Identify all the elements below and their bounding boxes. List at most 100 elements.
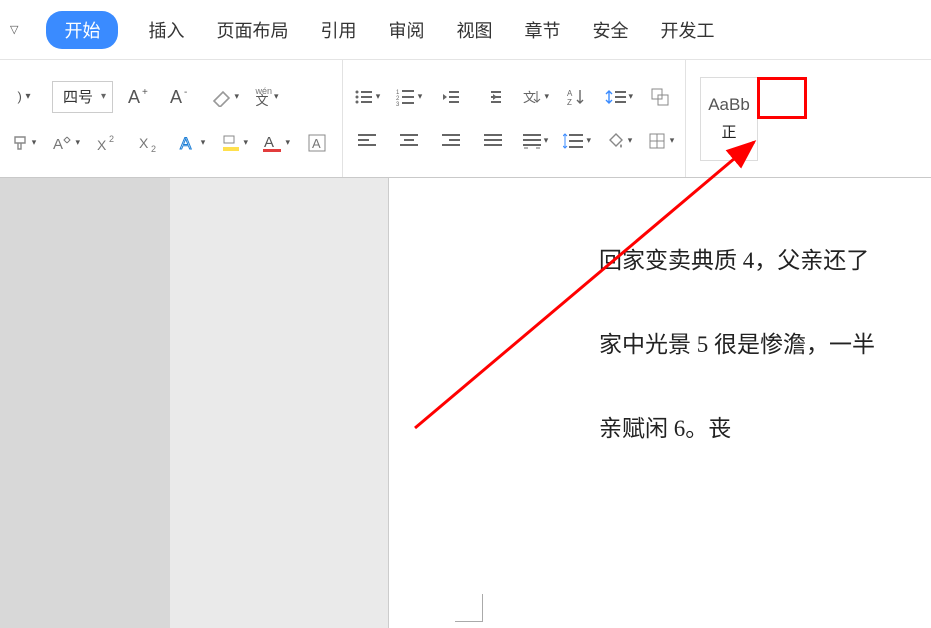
group-paragraph: 123 文 AZ	[343, 60, 686, 177]
navigation-pane[interactable]	[0, 178, 170, 628]
bullets-button[interactable]	[353, 83, 381, 111]
align-center-button[interactable]	[395, 127, 423, 155]
text-direction-button[interactable]: 文	[521, 83, 549, 111]
svg-text:Z: Z	[567, 98, 572, 106]
align-justify-icon	[483, 132, 503, 150]
svg-text:文: 文	[523, 90, 536, 105]
tab-review[interactable]: 审阅	[386, 13, 426, 47]
style-name-text: 正	[721, 121, 736, 142]
tab-developer[interactable]: 开发工	[658, 13, 716, 47]
grow-font-icon: A+	[128, 87, 154, 107]
paint-bucket-icon	[606, 132, 626, 150]
increase-indent-button[interactable]	[479, 83, 507, 111]
superscript-button[interactable]: X2	[94, 129, 122, 157]
line-spacing-icon	[605, 88, 626, 106]
tab-home[interactable]: 开始	[46, 11, 118, 49]
font-color-icon: A	[262, 133, 283, 153]
align-left-button[interactable]	[353, 127, 381, 155]
chevron-down-icon: ▾	[101, 91, 106, 102]
align-justify-button[interactable]	[479, 127, 507, 155]
phonetic-guide-button[interactable]: wén文	[253, 83, 281, 111]
paragraph-spacing-icon	[563, 132, 584, 150]
numbering-icon: 123	[396, 88, 416, 106]
char-border-button[interactable]: A	[304, 129, 332, 157]
paragraph-spacing-button[interactable]	[563, 127, 591, 155]
align-right-button[interactable]	[437, 127, 465, 155]
menubar: ▽ 开始 插入 页面布局 引用 审阅 视图 章节 安全 开发工	[0, 0, 931, 60]
select-icon	[650, 87, 672, 107]
tab-pagelayout[interactable]: 页面布局	[214, 13, 290, 47]
align-right-icon	[441, 132, 461, 150]
indent-icon	[483, 88, 503, 106]
shrink-font-button[interactable]: A-	[169, 83, 197, 111]
svg-text:2: 2	[109, 134, 114, 144]
page-corner-mark	[455, 594, 483, 622]
style-sample-text: AaBb	[708, 95, 750, 115]
svg-text:A: A	[312, 136, 321, 151]
svg-text:X: X	[97, 137, 107, 152]
document-page[interactable]: 回家变卖典质 4，父亲还了 家中光景 5 很是惨澹，一半 亲赋闲 6。丧	[388, 178, 931, 628]
clear-format-button[interactable]	[211, 83, 239, 111]
pinyin-icon: wén文	[256, 87, 273, 107]
tab-security[interactable]: 安全	[590, 13, 630, 47]
text-line[interactable]: 回家变卖典质 4，父亲还了	[599, 238, 931, 284]
text-effects-button[interactable]: A	[178, 129, 206, 157]
bullets-icon	[354, 88, 374, 106]
file-caret[interactable]: ▽	[10, 23, 18, 36]
group-styles: AaBb 正	[686, 60, 772, 177]
svg-text:2: 2	[151, 144, 156, 152]
char-scale-button[interactable]: A	[52, 129, 80, 157]
svg-text:X: X	[139, 135, 149, 151]
brush-icon	[12, 134, 30, 152]
shading-button[interactable]	[605, 127, 633, 155]
tab-section[interactable]: 章节	[522, 13, 562, 47]
numbering-button[interactable]: 123	[395, 83, 423, 111]
sort-button[interactable]: AZ	[563, 83, 591, 111]
tab-reference[interactable]: 引用	[318, 13, 358, 47]
borders-icon	[648, 132, 668, 150]
svg-text:3: 3	[396, 102, 400, 106]
svg-text:A: A	[567, 89, 573, 98]
text-direction-icon: 文	[521, 88, 542, 106]
align-distribute-button[interactable]	[521, 127, 549, 155]
select-tool-button[interactable]	[647, 83, 675, 111]
ribbon: ) ▾ 四号 ▾ A+ A- wén文 A	[0, 60, 931, 178]
svg-text:A: A	[170, 87, 182, 107]
document-body[interactable]: 回家变卖典质 4，父亲还了 家中光景 5 很是惨澹，一半 亲赋闲 6。丧	[599, 238, 931, 490]
line-spacing-button[interactable]	[605, 83, 633, 111]
text-line[interactable]: 家中光景 5 很是惨澹，一半	[599, 322, 931, 368]
font-size-value: 四号	[63, 86, 93, 107]
subscript-icon: X2	[139, 134, 161, 152]
font-size-combo[interactable]: 四号 ▾	[52, 81, 113, 113]
svg-text:A: A	[264, 134, 274, 151]
format-painter-button[interactable]	[10, 129, 38, 157]
outdent-icon	[441, 88, 461, 106]
align-distribute-icon	[522, 132, 542, 150]
sort-icon: AZ	[567, 88, 587, 106]
svg-text:A: A	[128, 87, 140, 107]
highlight-icon	[220, 133, 241, 153]
char-scale-icon: A	[52, 134, 73, 152]
text-line[interactable]: 亲赋闲 6。丧	[599, 406, 931, 452]
borders-button[interactable]	[647, 127, 675, 155]
align-left-icon	[357, 132, 377, 150]
char-border-icon: A	[307, 133, 329, 153]
font-name-caret[interactable]: ) ▾	[10, 83, 38, 111]
tab-insert[interactable]: 插入	[146, 13, 186, 47]
superscript-icon: X2	[97, 134, 119, 152]
style-preset[interactable]: AaBb 正	[700, 77, 758, 161]
grow-font-button[interactable]: A+	[127, 83, 155, 111]
svg-text:A: A	[53, 136, 63, 152]
chevron-down-icon: ▽	[10, 23, 18, 36]
align-center-icon	[399, 132, 419, 150]
text-effects-icon: A	[179, 133, 199, 153]
font-color-button[interactable]: A	[262, 129, 290, 157]
group-font: ) ▾ 四号 ▾ A+ A- wén文 A	[0, 60, 343, 177]
tab-view[interactable]: 视图	[454, 13, 494, 47]
eraser-icon	[211, 87, 232, 107]
subscript-button[interactable]: X2	[136, 129, 164, 157]
decrease-indent-button[interactable]	[437, 83, 465, 111]
svg-text:A: A	[180, 134, 192, 153]
highlight-color-button[interactable]	[220, 129, 248, 157]
svg-text:-: -	[184, 87, 187, 98]
